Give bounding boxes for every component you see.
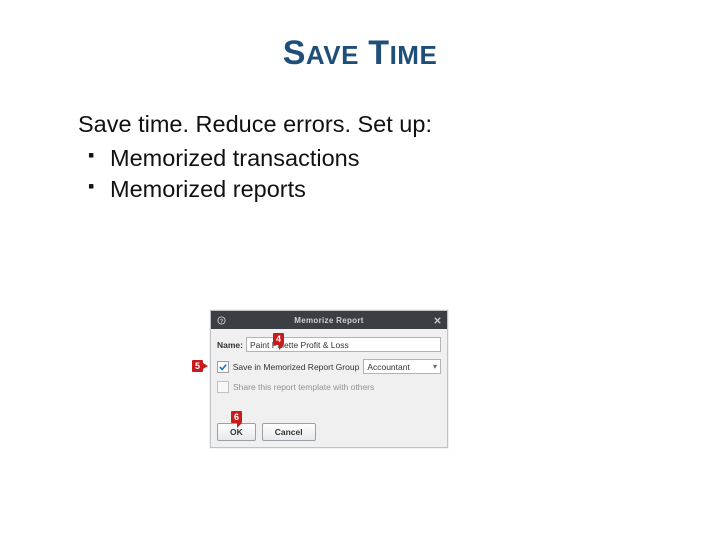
name-input-value: Paint Palette Profit & Loss bbox=[250, 340, 349, 350]
dialog-button-bar: OK Cancel bbox=[217, 423, 316, 441]
share-checkbox[interactable] bbox=[217, 381, 229, 393]
memorize-report-dialog-wrap: ? Memorize Report Name: Paint Palette Pr… bbox=[210, 310, 446, 448]
callout-6: 6 bbox=[231, 411, 242, 423]
intro-text: Save time. Reduce errors. Set up: bbox=[78, 109, 720, 141]
bullet-list: Memorized transactions Memorized reports bbox=[78, 143, 720, 206]
memorize-report-dialog: ? Memorize Report Name: Paint Palette Pr… bbox=[210, 310, 448, 448]
save-group-label: Save in Memorized Report Group bbox=[233, 362, 360, 372]
list-item: Memorized reports bbox=[78, 174, 720, 206]
list-item: Memorized transactions bbox=[78, 143, 720, 175]
title-word2-rest: IME bbox=[390, 40, 438, 70]
help-icon[interactable]: ? bbox=[215, 314, 227, 326]
callout-5: 5 bbox=[192, 360, 203, 372]
group-select[interactable]: Accountant ▾ bbox=[363, 359, 441, 374]
check-icon bbox=[219, 363, 227, 371]
help-icon-svg: ? bbox=[217, 316, 226, 325]
title-word1-cap: S bbox=[283, 34, 306, 72]
cancel-button-label: Cancel bbox=[275, 427, 303, 437]
save-group-row: Save in Memorized Report Group Accountan… bbox=[217, 359, 441, 374]
slide-body: Save time. Reduce errors. Set up: Memori… bbox=[78, 109, 720, 206]
save-group-checkbox[interactable] bbox=[217, 361, 229, 373]
name-row: Name: Paint Palette Profit & Loss bbox=[217, 337, 441, 352]
group-select-value: Accountant bbox=[367, 362, 410, 372]
dialog-body: Name: Paint Palette Profit & Loss Save i… bbox=[211, 329, 447, 397]
cancel-button[interactable]: Cancel bbox=[262, 423, 316, 441]
name-label: Name: bbox=[217, 340, 243, 350]
title-word1-rest: AVE bbox=[306, 40, 359, 70]
svg-text:?: ? bbox=[219, 318, 222, 324]
ok-button-label: OK bbox=[230, 427, 243, 437]
close-icon[interactable] bbox=[431, 314, 443, 326]
share-label: Share this report template with others bbox=[233, 382, 374, 392]
share-row: Share this report template with others bbox=[217, 381, 441, 393]
close-icon-svg bbox=[433, 316, 442, 325]
dialog-titlebar: ? Memorize Report bbox=[211, 311, 447, 329]
callout-4: 4 bbox=[273, 333, 284, 345]
slide-title: SAVE TIME bbox=[0, 34, 720, 73]
chevron-down-icon: ▾ bbox=[433, 363, 437, 371]
dialog-title: Memorize Report bbox=[227, 316, 431, 325]
title-word2-cap: T bbox=[368, 34, 389, 72]
